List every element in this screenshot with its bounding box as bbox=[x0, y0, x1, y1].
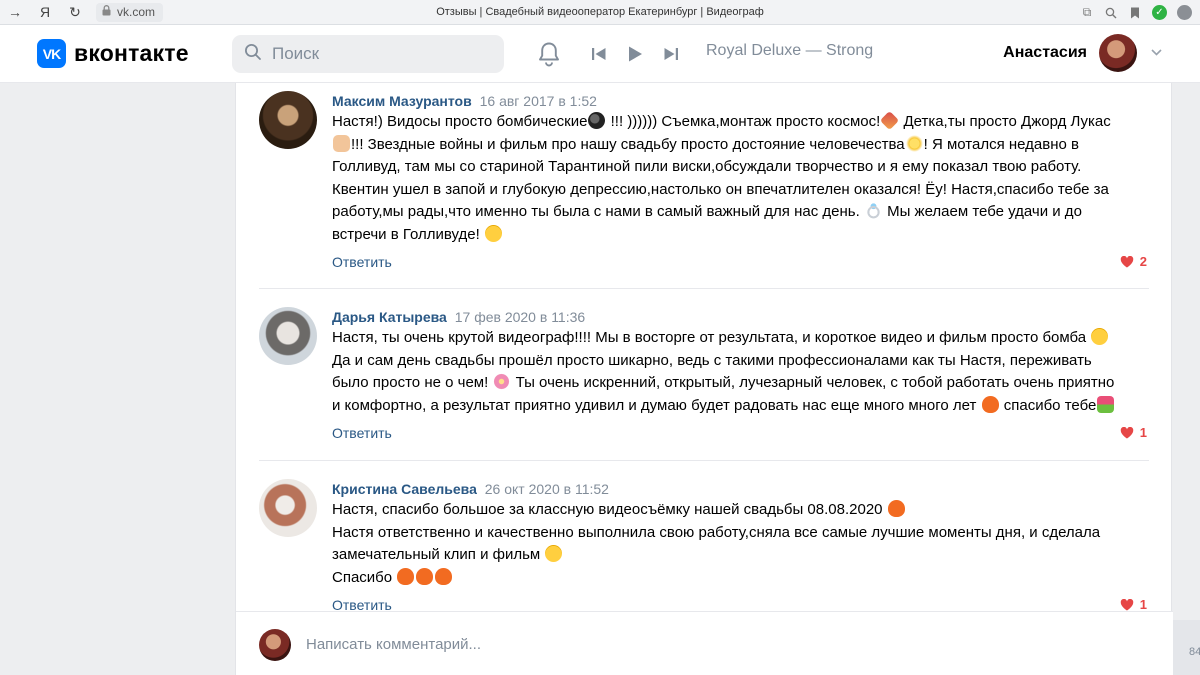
my-avatar bbox=[259, 629, 291, 661]
orange-heart-emoji-icon bbox=[416, 567, 434, 585]
browser-toolbar: → Я ↻ vk.com Отзывы | Свадебный видеоопе… bbox=[0, 0, 1200, 25]
now-playing-title[interactable]: Royal Deluxe — Strong bbox=[706, 42, 873, 60]
previous-track-icon[interactable] bbox=[588, 41, 610, 67]
comment-author-avatar[interactable] bbox=[259, 307, 317, 365]
address-bar[interactable]: vk.com bbox=[96, 2, 164, 22]
comment-author-avatar[interactable] bbox=[259, 91, 317, 149]
comments-panel: Максим Мазурантов 16 авг 2017 в 1:52 Нас… bbox=[235, 83, 1173, 675]
like-count: 2 bbox=[1139, 254, 1147, 269]
rock-hand-emoji-icon bbox=[333, 134, 350, 152]
comment-text: Настя!) Видосы просто бомбические !!! ))… bbox=[332, 110, 1147, 246]
vk-header: VK вконтакте Royal Deluxe — Strong Анаст… bbox=[0, 25, 1200, 83]
heart-eyes-emoji-icon bbox=[1091, 328, 1109, 345]
comment-date[interactable]: 26 окт 2020 в 11:52 bbox=[485, 481, 609, 497]
divider bbox=[259, 460, 1149, 461]
heart-icon bbox=[1120, 599, 1133, 611]
sunglasses-emoji-icon bbox=[484, 224, 502, 242]
side-fragment-text: 84 bbox=[1189, 646, 1200, 658]
bouquet-emoji-icon bbox=[1097, 395, 1115, 413]
search-box[interactable] bbox=[232, 35, 504, 73]
like-button[interactable]: 2 bbox=[1120, 251, 1147, 273]
ring-emoji-icon bbox=[864, 202, 882, 219]
like-button[interactable]: 1 bbox=[1120, 422, 1147, 444]
forward-icon[interactable]: → bbox=[0, 0, 30, 25]
comment-author[interactable]: Кристина Савельева bbox=[332, 481, 477, 497]
address-text: vk.com bbox=[117, 5, 156, 19]
vk-logo[interactable]: VK вконтакте bbox=[37, 39, 189, 68]
comment-text: Настя, ты очень крутой видеограф!!!! Мы … bbox=[332, 328, 1115, 414]
smiling-hearts-emoji-icon bbox=[545, 545, 563, 562]
lock-icon bbox=[102, 5, 111, 19]
yandex-icon[interactable]: Я bbox=[30, 0, 60, 25]
orange-heart-emoji-icon bbox=[981, 395, 999, 413]
comment-text: Настя, спасибо большое за классную видео… bbox=[332, 500, 1101, 586]
comment-compose bbox=[236, 611, 1173, 675]
profile-icon[interactable] bbox=[1177, 5, 1192, 20]
rocket-emoji-icon bbox=[880, 110, 900, 131]
heart-icon bbox=[1120, 427, 1133, 439]
sparkles-emoji-icon bbox=[905, 134, 923, 152]
comment-input[interactable] bbox=[306, 632, 1126, 656]
reply-link[interactable]: Ответить bbox=[332, 425, 392, 441]
comment-date[interactable]: 16 авг 2017 в 1:52 bbox=[480, 93, 597, 109]
next-track-icon[interactable] bbox=[660, 41, 682, 67]
comment-author[interactable]: Дарья Катырева bbox=[332, 309, 447, 325]
user-name: Анастасия bbox=[1003, 44, 1087, 61]
user-avatar bbox=[1099, 34, 1137, 72]
side-panel-fragment: 84 bbox=[1173, 620, 1200, 675]
orange-heart-emoji-icon bbox=[887, 500, 905, 517]
divider bbox=[259, 288, 1149, 289]
flower-emoji-icon bbox=[493, 373, 511, 390]
comment-date[interactable]: 17 фев 2020 в 11:36 bbox=[455, 309, 585, 325]
user-menu[interactable]: Анастасия bbox=[1003, 34, 1162, 72]
bookmark-icon[interactable] bbox=[1128, 6, 1142, 20]
play-icon[interactable] bbox=[624, 41, 646, 67]
vk-logo-icon: VK bbox=[37, 39, 66, 68]
bomb-emoji-icon bbox=[588, 112, 606, 129]
protect-check-icon[interactable]: ✓ bbox=[1152, 5, 1167, 20]
chevron-down-icon bbox=[1151, 47, 1162, 59]
comment-author-avatar[interactable] bbox=[259, 479, 317, 537]
reload-icon[interactable]: ↻ bbox=[60, 0, 90, 25]
like-count: 1 bbox=[1139, 425, 1147, 440]
reply-link[interactable]: Ответить bbox=[332, 254, 392, 270]
comment-author[interactable]: Максим Мазурантов bbox=[332, 93, 472, 109]
search-input[interactable] bbox=[272, 44, 482, 64]
orange-heart-emoji-icon bbox=[435, 567, 453, 585]
audio-player bbox=[588, 41, 682, 67]
zoom-icon[interactable] bbox=[1104, 6, 1118, 20]
heart-icon bbox=[1120, 256, 1133, 268]
tab-title: Отзывы | Свадебный видеооператор Екатери… bbox=[436, 6, 764, 18]
search-icon bbox=[244, 43, 262, 66]
orange-heart-emoji-icon bbox=[397, 567, 415, 585]
vk-logo-text: вконтакте bbox=[74, 40, 189, 66]
notifications-bell-icon[interactable] bbox=[535, 39, 563, 69]
copy-icon[interactable]: ⧉ bbox=[1080, 5, 1094, 20]
